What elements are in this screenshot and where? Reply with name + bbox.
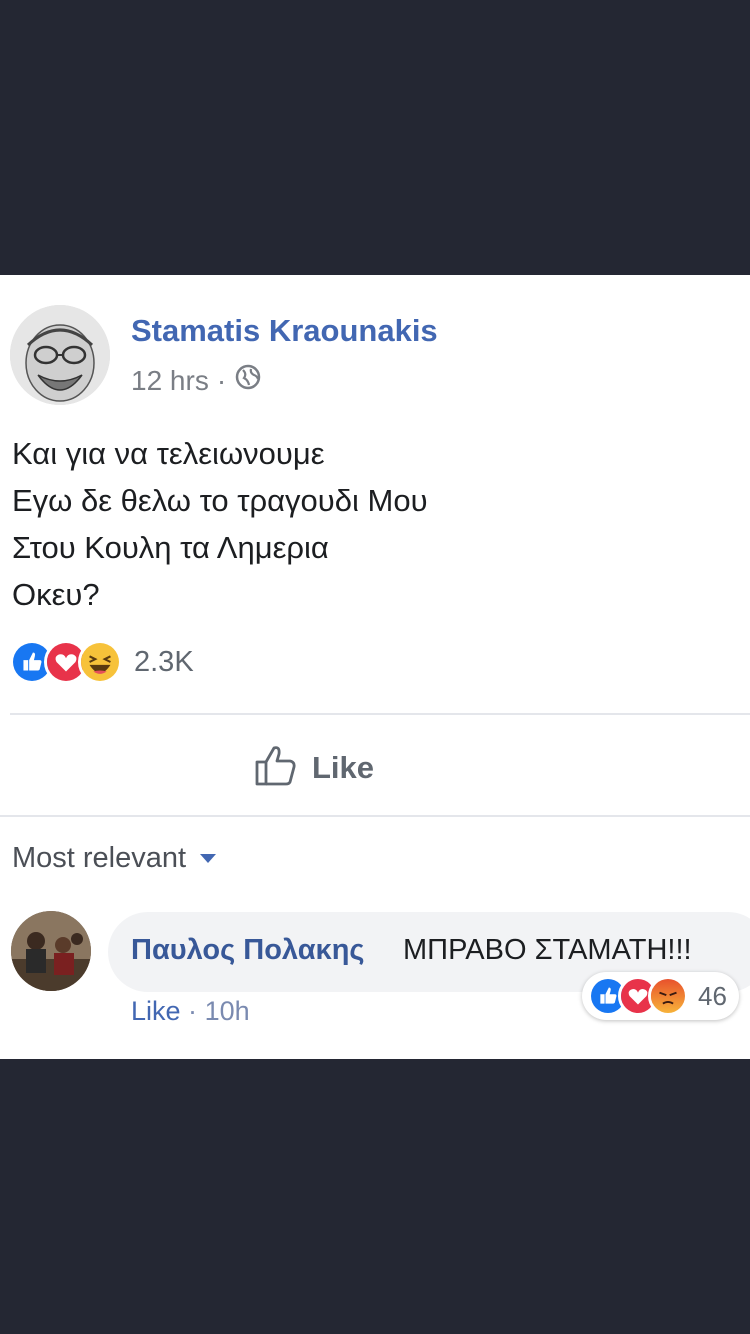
comment-reaction-count: 46: [698, 980, 727, 1011]
angry-icon: [648, 976, 688, 1016]
divider: [0, 815, 750, 817]
post-reactions[interactable]: 2.3K: [10, 640, 194, 684]
post-line: Στου Κουλη τα Λημερια: [12, 530, 329, 565]
haha-icon: [78, 640, 122, 684]
thumbs-up-icon: [254, 742, 300, 793]
reaction-count: 2.3K: [134, 645, 194, 678]
meta-separator: ·: [188, 996, 198, 1026]
post-author-name[interactable]: Stamatis Kraounakis: [131, 313, 438, 349]
sort-label: Most relevant: [12, 842, 187, 874]
post-time[interactable]: 12 hrs: [131, 365, 209, 397]
post-line: Εγω δε θελω το τραγουδι Μου: [12, 483, 428, 518]
post-line: Οκευ?: [12, 577, 100, 612]
like-button[interactable]: Like: [254, 742, 374, 793]
post-body: Και για να τελειωνουμε Εγω δε θελω το τρ…: [12, 430, 428, 618]
comment-like-link[interactable]: Like: [131, 996, 181, 1026]
comment-sort-dropdown[interactable]: Most relevant: [12, 842, 217, 875]
like-button-label: Like: [312, 749, 375, 785]
post-line: Και για να τελειωνουμε: [12, 436, 325, 471]
caret-down-icon: [200, 854, 217, 863]
globe-icon: [234, 363, 262, 398]
meta-separator: ·: [216, 364, 227, 396]
comment-avatar[interactable]: [11, 911, 91, 991]
comment-time[interactable]: 10h: [205, 996, 250, 1026]
comment-reactions[interactable]: 46: [582, 972, 739, 1020]
comment-actions: Like · 10h: [131, 996, 250, 1027]
author-avatar[interactable]: [10, 305, 110, 405]
comment-text: ΜΠΡΑΒΟ ΣΤΑΜΑΤΗ!!!: [403, 934, 692, 966]
comment-author-name[interactable]: Παυλος Πολακης: [131, 934, 365, 967]
divider: [10, 713, 750, 715]
post-meta: 12 hrs ·: [131, 363, 262, 398]
